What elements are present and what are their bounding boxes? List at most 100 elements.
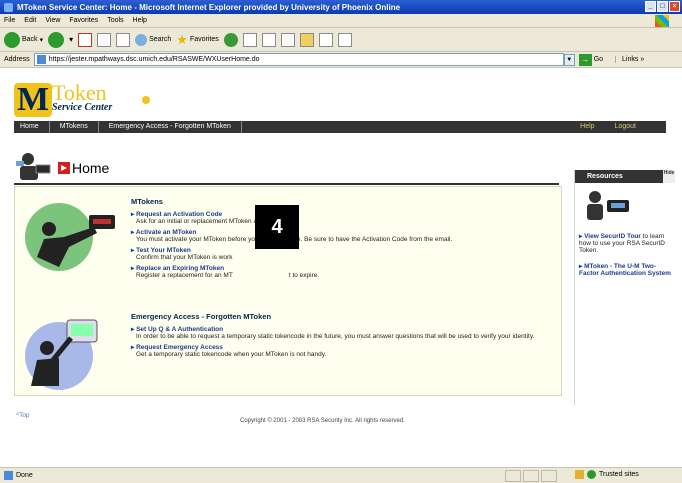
item-description: In order to be able to request a tempora… — [136, 333, 535, 340]
token-illustration-icon — [25, 203, 115, 271]
page-title-text: Home — [72, 160, 110, 176]
copyright-text: Copyright © 2001 - 2003 RSA Security Inc… — [240, 418, 405, 424]
links-button[interactable]: Links » — [615, 56, 644, 63]
window-title-bar: MToken Service Center: Home - Microsoft … — [0, 0, 682, 14]
messenger-button[interactable] — [337, 32, 352, 47]
address-bar: Address https://jester.mpathways.dsc.umi… — [0, 52, 682, 68]
nav-right: Help Logout — [580, 121, 636, 133]
resources-person-icon — [587, 191, 629, 220]
research-button[interactable] — [318, 32, 333, 47]
item-description-tail: t to expire. — [288, 272, 320, 279]
top-link-label: Top — [19, 412, 30, 419]
menu-favorites[interactable]: Favorites — [69, 17, 98, 24]
resources-panel: Resources Hide View SecurID Tour to lear… — [574, 170, 675, 405]
maximize-button[interactable]: □ — [657, 1, 668, 12]
history-button[interactable] — [242, 32, 257, 47]
nav-mtokens[interactable]: MTokens — [50, 121, 99, 133]
status-pane — [505, 470, 521, 482]
favorites-label: Favorites — [189, 36, 219, 43]
go-arrow-icon: → — [578, 53, 592, 66]
status-pane — [523, 470, 539, 482]
emergency-illustration-icon — [25, 319, 98, 390]
address-input[interactable]: https://jester.mpathways.dsc.umich.edu/R… — [33, 53, 564, 66]
step-number-badge: 4 — [255, 205, 299, 249]
status-pane — [541, 470, 557, 482]
home-header: Home — [14, 149, 559, 183]
hide-button[interactable]: Hide — [663, 170, 675, 183]
home-button[interactable] — [116, 32, 131, 47]
chevron-down-icon: ▾ — [39, 36, 44, 44]
folder-button[interactable] — [299, 32, 314, 47]
list-item: Set Up Q & A Authentication In order to … — [131, 325, 534, 340]
back-button[interactable]: Back ▾ — [4, 31, 44, 48]
mtoken-logo[interactable]: M Token Service Center — [14, 79, 164, 121]
stop-button[interactable] — [78, 32, 93, 47]
securid-tour-link[interactable]: View SecurID Tour — [579, 233, 641, 240]
browser-toolbar: Back ▾ ▾ Search ★ Favorites — [0, 28, 682, 52]
page-icon — [36, 55, 46, 64]
resources-title: Resources — [587, 173, 623, 180]
media-button[interactable] — [223, 32, 238, 47]
item-description: Confirm that your MToken is work — [136, 254, 233, 261]
forward-button[interactable] — [48, 31, 65, 48]
item-description: Register a replacement for an MT t to exp… — [131, 272, 452, 279]
go-button[interactable]: → Go — [578, 53, 604, 66]
page-title: Home — [58, 160, 109, 176]
list-item: Request Emergency Access Get a temporary… — [131, 343, 534, 358]
request-emergency-access-link[interactable]: Request Emergency Access — [131, 343, 534, 351]
search-label: Search — [149, 36, 172, 43]
window-title: MToken Service Center: Home - Microsoft … — [17, 2, 401, 12]
status-bar: Done Trusted sites — [0, 467, 682, 483]
print-button[interactable] — [280, 32, 295, 47]
logo-block-m: M — [14, 83, 52, 117]
arrow-right-icon — [58, 162, 70, 174]
menu-edit[interactable]: Edit — [24, 17, 36, 24]
resource-item: MToken - The U-M Two-Factor Authenticati… — [579, 262, 675, 277]
address-url: https://jester.mpathways.dsc.umich.edu/R… — [48, 56, 260, 63]
window-controls: _ □ × — [645, 1, 680, 12]
nav-home[interactable]: Home — [14, 121, 50, 133]
header-divider — [14, 183, 559, 185]
nav-logout[interactable]: Logout — [615, 121, 636, 133]
search-icon — [135, 33, 148, 46]
replace-mtoken-link[interactable]: Replace an Expiring MToken — [131, 264, 452, 272]
lock-icon — [575, 470, 584, 479]
zone-label: Trusted sites — [599, 471, 639, 478]
menu-file[interactable]: File — [4, 17, 15, 24]
windows-logo-icon — [655, 15, 669, 27]
go-label: Go — [593, 56, 604, 63]
close-button[interactable]: × — [669, 1, 680, 12]
menu-help[interactable]: Help — [133, 17, 147, 24]
trusted-check-icon — [587, 470, 596, 479]
item-description-start: Register a replacement for an MT — [136, 272, 233, 279]
resource-item: View SecurID Tour to learn how to use yo… — [579, 232, 675, 254]
links-label: Links — [622, 56, 639, 63]
logo-subtitle: Service Center — [52, 102, 113, 113]
back-arrow-icon — [4, 31, 20, 48]
favorites-button[interactable]: ★ Favorites — [176, 32, 218, 48]
item-description: Get a temporary static tokencode when yo… — [136, 351, 327, 358]
list-item: Replace an Expiring MToken Register a re… — [131, 264, 452, 279]
search-button[interactable]: Search — [135, 33, 172, 46]
menu-bar: File Edit View Favorites Tools Help — [0, 14, 682, 28]
emergency-section: Emergency Access - Forgotten MToken Set … — [131, 312, 534, 361]
address-dropdown[interactable]: ▼ — [563, 53, 575, 66]
mtoken-system-link[interactable]: MToken - The U-M Two-Factor Authenticati… — [579, 263, 671, 277]
page-content: M Token Service Center Home MTokens Emer… — [0, 69, 682, 467]
setup-qa-link[interactable]: Set Up Q & A Authentication — [131, 325, 534, 333]
status-text: Done — [16, 472, 33, 479]
minimize-button[interactable]: _ — [645, 1, 656, 12]
ie-icon — [4, 2, 13, 12]
menu-tools[interactable]: Tools — [107, 17, 123, 24]
top-link[interactable]: ^Top — [16, 412, 30, 419]
emergency-title: Emergency Access - Forgotten MToken — [131, 312, 272, 321]
star-icon: ★ — [176, 31, 188, 47]
page-done-icon — [4, 471, 13, 480]
mail-button[interactable] — [261, 32, 276, 47]
nav-emergency-access[interactable]: Emergency Access - Forgotten MToken — [99, 121, 242, 133]
menu-view[interactable]: View — [45, 17, 60, 24]
status-panes — [505, 470, 557, 482]
address-label: Address — [4, 56, 30, 63]
nav-help[interactable]: Help — [580, 121, 594, 133]
refresh-button[interactable] — [97, 32, 112, 47]
